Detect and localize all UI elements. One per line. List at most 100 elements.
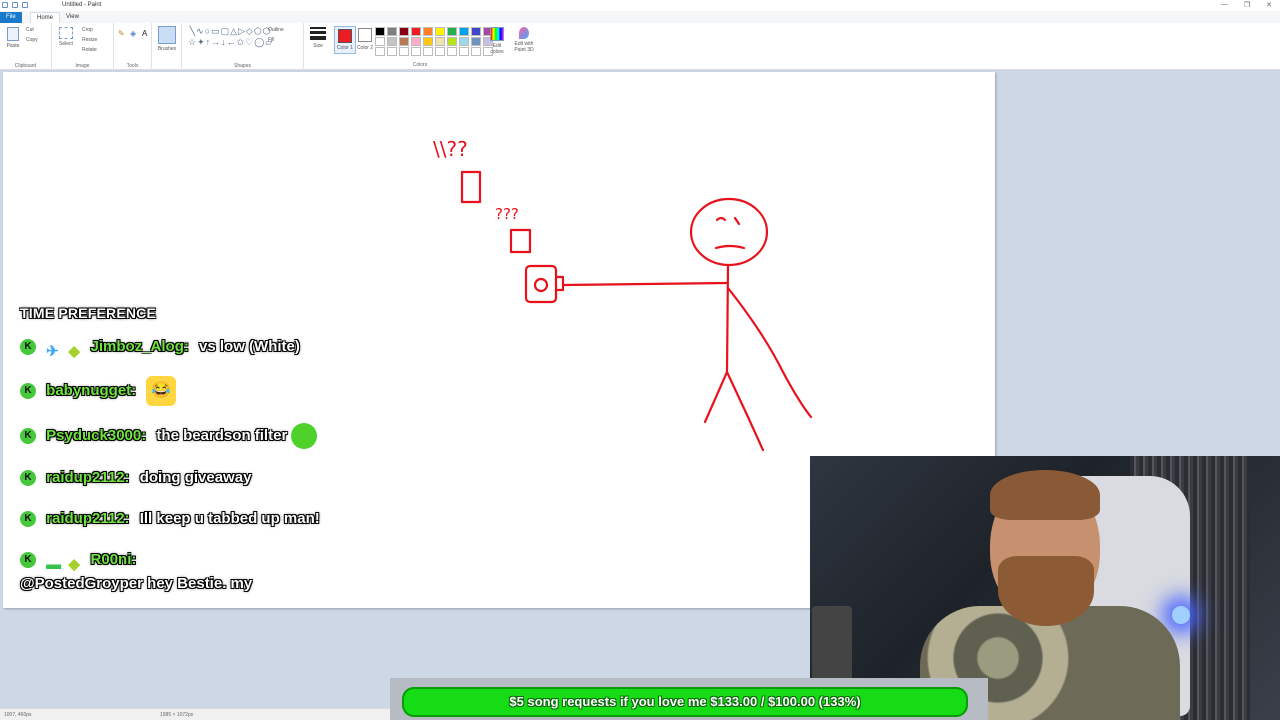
shapes-group-label: Shapes xyxy=(234,63,251,69)
color-swatch[interactable] xyxy=(471,27,481,36)
chat-username[interactable]: Jimboz_Alog: xyxy=(91,338,189,355)
crop-label: Crop xyxy=(82,27,93,33)
color-swatch[interactable] xyxy=(375,47,385,56)
color-swatch[interactable] xyxy=(471,37,481,46)
streamer-hair xyxy=(990,470,1100,520)
size-label: Size xyxy=(313,43,323,49)
color-swatch[interactable] xyxy=(459,47,469,56)
shapes-gallery[interactable]: ╲∿○▭▢△▷◇⬠⬡ ☆✦↑→↓←✩♡◯▱ xyxy=(188,26,273,48)
undo-icon[interactable] xyxy=(12,2,18,8)
drawn-leg-left xyxy=(703,370,729,424)
chat-message: K ▬ ◆ R00ni: @PostedGroyper hey Bestie. … xyxy=(20,548,320,596)
chat-username[interactable]: babynugget: xyxy=(46,382,136,399)
edit-colors-button[interactable]: Edit colors xyxy=(488,27,506,55)
rotate-button[interactable]: Rotate xyxy=(82,47,97,53)
chat-message: K babynugget: 😂 xyxy=(20,376,320,406)
chat-username[interactable]: R00ni: xyxy=(91,551,137,568)
color1-label: Color 1 xyxy=(336,45,354,51)
tab-home[interactable]: Home xyxy=(30,12,61,23)
minimize-button[interactable]: — xyxy=(1221,1,1228,9)
streamer-beard xyxy=(998,556,1094,626)
cut-label: Cut xyxy=(26,27,34,33)
select-label: Select xyxy=(59,41,73,47)
select-button[interactable]: Select xyxy=(56,27,76,47)
drawn-mark-2: ??? xyxy=(495,205,519,223)
tab-view[interactable]: View xyxy=(60,12,85,23)
color-swatch[interactable] xyxy=(387,27,397,36)
clipboard-group-label: Clipboard xyxy=(14,63,37,69)
chat-message: K raidup2112: doing giveaway xyxy=(20,466,320,490)
color-swatch[interactable] xyxy=(387,47,397,56)
crop-button[interactable]: Crop xyxy=(82,27,93,33)
kick-badge-icon: K xyxy=(20,428,36,444)
image-group-label: Image xyxy=(75,63,90,69)
frog-emote-icon xyxy=(291,423,318,449)
color-swatch[interactable] xyxy=(435,37,445,46)
ribbon: Paste Cut Copy Clipboard Select Crop Res… xyxy=(0,23,1280,70)
chat-username[interactable]: raidup2112: xyxy=(46,510,129,527)
drawn-torso xyxy=(725,263,730,374)
color-swatch[interactable] xyxy=(435,27,445,36)
chat-username[interactable]: raidup2112: xyxy=(46,469,129,486)
paste-button[interactable]: Paste xyxy=(4,27,22,49)
color-swatch[interactable] xyxy=(447,47,457,56)
brushes-label: Brushes xyxy=(157,46,177,52)
chat-username[interactable]: Psyduck3000: xyxy=(46,427,146,444)
drawn-other-arm xyxy=(726,286,813,419)
color-swatch[interactable] xyxy=(375,27,385,36)
save-icon[interactable] xyxy=(2,2,8,8)
fill-icon[interactable]: ◈ xyxy=(130,29,136,38)
tools-group-label: Tools xyxy=(126,63,139,69)
drawn-mouth xyxy=(714,244,746,250)
color-swatch[interactable] xyxy=(387,37,397,46)
color2-button[interactable] xyxy=(358,28,372,42)
color-swatch[interactable] xyxy=(423,47,433,56)
rotate-label: Rotate xyxy=(82,47,97,53)
drawn-arm xyxy=(561,281,729,287)
rainbow-icon xyxy=(490,27,504,41)
chat-message: K raidup2112: Ill keep u tabbed up man! xyxy=(20,507,320,531)
kick-badge-icon: K xyxy=(20,383,36,399)
paint3d-label: Edit with Paint 3D xyxy=(514,41,534,53)
color-swatch[interactable] xyxy=(435,47,445,56)
kick-badge-icon: K xyxy=(20,470,36,487)
cut-button[interactable]: Cut xyxy=(26,27,34,33)
clipboard-icon xyxy=(7,27,19,41)
paint3d-button[interactable]: Edit with Paint 3D xyxy=(510,27,538,53)
copy-button[interactable]: Copy xyxy=(26,37,38,43)
color-swatch[interactable] xyxy=(399,47,409,56)
title-bar: Untitled - Paint — ❐ ✕ xyxy=(0,0,1280,11)
fill-dropdown[interactable]: Fill xyxy=(268,37,274,43)
color-swatch[interactable] xyxy=(411,47,421,56)
text-icon[interactable]: A xyxy=(142,29,147,38)
color-swatch[interactable] xyxy=(447,27,457,36)
color-swatch[interactable] xyxy=(459,27,469,36)
color-swatch[interactable] xyxy=(447,37,457,46)
pencil-icon[interactable]: ✎ xyxy=(118,29,125,38)
color-swatch[interactable] xyxy=(411,27,421,36)
close-button[interactable]: ✕ xyxy=(1266,1,1272,9)
color-swatch[interactable] xyxy=(411,37,421,46)
size-button[interactable]: Size xyxy=(310,27,326,49)
resize-button[interactable]: Resize xyxy=(82,37,97,43)
goal-bar-container: $5 song requests if you love me $133.00 … xyxy=(390,678,988,720)
color-swatch[interactable] xyxy=(375,37,385,46)
color-swatch[interactable] xyxy=(399,27,409,36)
color2-label: Color 2 xyxy=(356,45,374,51)
color-swatch[interactable] xyxy=(471,47,481,56)
redo-icon[interactable] xyxy=(22,2,28,8)
color-swatch[interactable] xyxy=(399,37,409,46)
tab-file[interactable]: File xyxy=(0,12,22,23)
color-swatch[interactable] xyxy=(459,37,469,46)
color-swatch[interactable] xyxy=(423,27,433,36)
stream-chat: TIME PREFERENCE K ✈ ◆ Jimboz_Alog: vs lo… xyxy=(20,305,320,613)
colors-group-label: Colors xyxy=(412,62,428,68)
drawn-box-1 xyxy=(460,170,482,204)
maximize-button[interactable]: ❐ xyxy=(1244,1,1250,9)
color-swatch[interactable] xyxy=(423,37,433,46)
outline-dropdown[interactable]: Outline xyxy=(268,27,284,33)
chat-message: K ✈ ◆ Jimboz_Alog: vs low (White) xyxy=(20,335,320,360)
brushes-button[interactable]: Brushes xyxy=(156,26,178,52)
clipboard-group: Paste Cut Copy Clipboard xyxy=(0,23,52,70)
size-group: Size xyxy=(304,23,332,70)
